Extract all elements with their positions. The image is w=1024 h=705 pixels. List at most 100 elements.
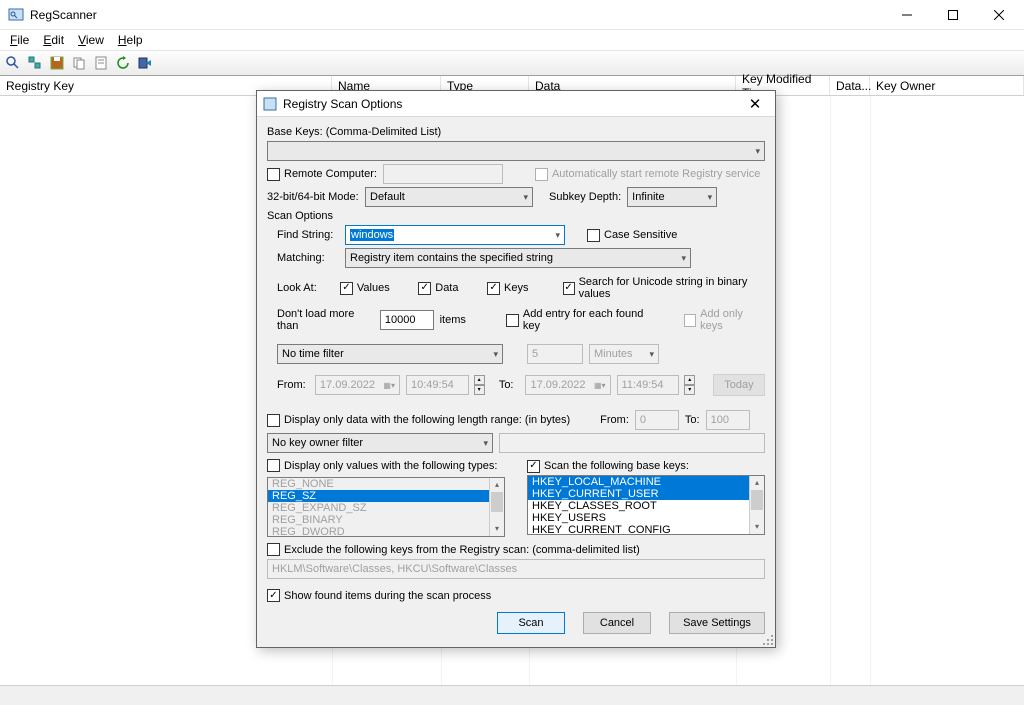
dont-load-label: Don't load more than bbox=[277, 308, 374, 332]
time-amount-input: 5 bbox=[527, 344, 583, 364]
case-sensitive-checkbox[interactable]: Case Sensitive bbox=[587, 229, 677, 242]
subkey-depth-combo[interactable]: Infinite▾ bbox=[627, 187, 717, 207]
length-to-input: 100 bbox=[706, 410, 750, 430]
base-keys-label: Base Keys: (Comma-Delimited List) bbox=[267, 126, 441, 138]
list-item[interactable]: HKEY_CURRENT_CONFIG bbox=[528, 524, 764, 535]
col-data-len[interactable]: Data... bbox=[830, 76, 870, 95]
max-items-value: 10000 bbox=[385, 314, 416, 326]
length-to-label: To: bbox=[685, 414, 700, 426]
data-checkbox[interactable]: Data bbox=[418, 282, 458, 295]
data-label: Data bbox=[435, 282, 458, 294]
exclude-keys-value: HKLM\Software\Classes, HKCU\Software\Cla… bbox=[272, 563, 517, 575]
from-date-value: 17.09.2022 bbox=[320, 379, 375, 391]
length-from-value: 0 bbox=[640, 414, 646, 426]
toolbar-properties-icon[interactable] bbox=[92, 54, 110, 72]
scan-base-keys-checkbox[interactable]: Scan the following base keys: bbox=[527, 460, 689, 473]
remote-computer-input bbox=[383, 164, 503, 184]
resize-grip[interactable] bbox=[761, 633, 773, 645]
to-time-input: 11:49:54 bbox=[617, 375, 680, 395]
from-time-input: 10:49:54 bbox=[406, 375, 469, 395]
list-item: REG_BINARY bbox=[268, 514, 504, 526]
from-label: From: bbox=[277, 379, 309, 391]
matching-value: Registry item contains the specified str… bbox=[350, 252, 553, 264]
add-entry-label: Add entry for each found key bbox=[523, 308, 657, 332]
scan-options-group: Scan Options bbox=[267, 210, 333, 222]
case-sensitive-label: Case Sensitive bbox=[604, 229, 677, 241]
col-owner[interactable]: Key Owner bbox=[870, 76, 1024, 95]
maximize-button[interactable] bbox=[930, 0, 976, 30]
list-item[interactable]: HKEY_CURRENT_USER bbox=[528, 488, 764, 500]
matching-combo[interactable]: Registry item contains the specified str… bbox=[345, 248, 691, 268]
hkeys-listbox[interactable]: HKEY_LOCAL_MACHINE HKEY_CURRENT_USER HKE… bbox=[527, 475, 765, 535]
from-date-input: 17.09.2022▦▾ bbox=[315, 375, 400, 395]
remote-computer-checkbox[interactable]: Remote Computer: bbox=[267, 168, 377, 181]
display-length-checkbox[interactable]: Display only data with the following len… bbox=[267, 414, 570, 427]
unicode-checkbox[interactable]: Search for Unicode string in binary valu… bbox=[563, 276, 765, 300]
reg-types-listbox: REG_NONE REG_SZ REG_EXPAND_SZ REG_BINARY… bbox=[267, 477, 505, 537]
find-string-input[interactable]: windows▾ bbox=[345, 225, 565, 245]
key-owner-filter-combo[interactable]: No key owner filter▾ bbox=[267, 433, 493, 453]
length-from-input: 0 bbox=[635, 410, 679, 430]
toolbar-registry-icon[interactable] bbox=[26, 54, 44, 72]
today-button: Today bbox=[713, 374, 765, 396]
list-item: REG_DWORD bbox=[268, 526, 504, 537]
auto-start-remote-label: Automatically start remote Registry serv… bbox=[552, 168, 760, 180]
add-only-keys-label: Add only keys bbox=[700, 308, 765, 332]
time-filter-value: No time filter bbox=[282, 348, 344, 360]
length-to-value: 100 bbox=[711, 414, 729, 426]
cancel-button[interactable]: Cancel bbox=[583, 612, 651, 634]
key-owner-input bbox=[499, 433, 765, 453]
list-item[interactable]: HKEY_LOCAL_MACHINE bbox=[528, 476, 764, 488]
toolbar-copy-icon[interactable] bbox=[70, 54, 88, 72]
toolbar-scan-icon[interactable] bbox=[4, 54, 22, 72]
exclude-keys-checkbox[interactable]: Exclude the following keys from the Regi… bbox=[267, 543, 640, 556]
time-filter-combo[interactable]: No time filter▾ bbox=[277, 344, 503, 364]
show-found-checkbox[interactable]: Show found items during the scan process bbox=[267, 589, 491, 602]
window-title: RegScanner bbox=[30, 8, 884, 22]
close-button[interactable] bbox=[976, 0, 1022, 30]
menu-edit[interactable]: Edit bbox=[37, 31, 70, 49]
display-types-checkbox[interactable]: Display only values with the following t… bbox=[267, 459, 497, 472]
list-item[interactable]: HKEY_USERS bbox=[528, 512, 764, 524]
values-label: Values bbox=[357, 282, 390, 294]
toolbar-refresh-icon[interactable] bbox=[114, 54, 132, 72]
dialog-title: Registry Scan Options bbox=[283, 97, 741, 111]
save-settings-button[interactable]: Save Settings bbox=[669, 612, 765, 634]
scan-options-dialog: Registry Scan Options ✕ Base Keys: (Comm… bbox=[256, 90, 776, 648]
mode-value: Default bbox=[370, 191, 405, 203]
scan-button[interactable]: Scan bbox=[497, 612, 565, 634]
items-label: items bbox=[440, 314, 466, 326]
menu-help[interactable]: Help bbox=[112, 31, 149, 49]
max-items-input[interactable]: 10000 bbox=[380, 310, 434, 330]
time-unit-combo: Minutes▾ bbox=[589, 344, 659, 364]
from-time-value: 10:49:54 bbox=[411, 379, 454, 391]
keys-checkbox[interactable]: Keys bbox=[487, 282, 528, 295]
menu-file[interactable]: File bbox=[4, 31, 35, 49]
keys-label: Keys bbox=[504, 282, 528, 294]
length-from-label: From: bbox=[600, 414, 629, 426]
dialog-icon bbox=[263, 97, 277, 111]
toolbar-exit-icon[interactable] bbox=[136, 54, 154, 72]
scrollbar[interactable]: ▴▾ bbox=[749, 476, 764, 534]
to-label: To: bbox=[499, 379, 520, 391]
mode-combo[interactable]: Default▾ bbox=[365, 187, 533, 207]
show-found-label: Show found items during the scan process bbox=[284, 590, 491, 602]
menu-view[interactable]: View bbox=[72, 31, 110, 49]
list-item: REG_SZ bbox=[268, 490, 504, 502]
list-item: REG_NONE bbox=[268, 478, 504, 490]
remote-computer-label: Remote Computer: bbox=[284, 168, 377, 180]
values-checkbox[interactable]: Values bbox=[340, 282, 390, 295]
to-date-value: 17.09.2022 bbox=[530, 379, 585, 391]
dialog-close-button[interactable]: ✕ bbox=[741, 95, 769, 113]
add-entry-checkbox[interactable]: Add entry for each found key bbox=[506, 308, 656, 332]
toolbar-save-icon[interactable] bbox=[48, 54, 66, 72]
list-item[interactable]: HKEY_CLASSES_ROOT bbox=[528, 500, 764, 512]
base-keys-combo[interactable]: ▾ bbox=[267, 141, 765, 161]
unicode-label: Search for Unicode string in binary valu… bbox=[579, 276, 765, 300]
to-time-value: 11:49:54 bbox=[622, 379, 664, 391]
scrollbar: ▴▾ bbox=[489, 478, 504, 536]
display-length-label: Display only data with the following len… bbox=[284, 414, 570, 426]
key-owner-filter-value: No key owner filter bbox=[272, 437, 363, 449]
app-icon bbox=[8, 7, 24, 23]
minimize-button[interactable] bbox=[884, 0, 930, 30]
